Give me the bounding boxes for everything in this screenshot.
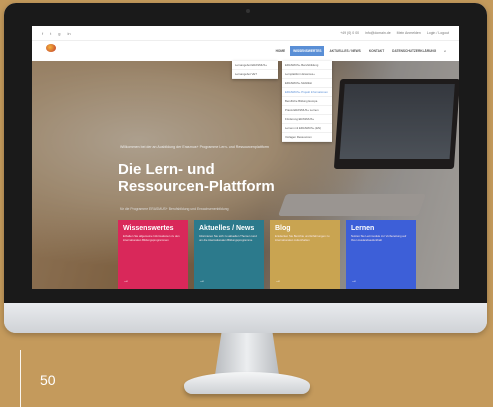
- monitor-stand-neck: [215, 333, 279, 375]
- logo-mark: [46, 44, 56, 52]
- hero-subtitle: für die Programme ERASMUS+ Berufsbildung…: [120, 207, 229, 211]
- hero-section: Willkommen bei der an Ausbildung der Era…: [32, 61, 459, 289]
- dropdown-item[interactable]: Lernen mit ERASMUS+ (EN): [282, 124, 332, 133]
- card-text: Entdecken Sie Berichte und Erfahrungen z…: [275, 234, 330, 242]
- hero-title: Die Lern- und Ressourcen-Plattform: [118, 161, 275, 195]
- card-blog[interactable]: Blog Entdecken Sie Berichte und Erfahrun…: [270, 220, 340, 289]
- card-aktuelles[interactable]: Aktuelles / News Informieren Sie sich zu…: [194, 220, 264, 289]
- twitter-icon[interactable]: t: [50, 31, 51, 36]
- login-link[interactable]: Login / Logout: [427, 31, 449, 35]
- dropdown-item[interactable]: Lernangebot ERASMUS+: [232, 61, 278, 70]
- dropdown-submenu: ERASMUS+ Berufsbildung Lernplattform Era…: [282, 61, 332, 142]
- dropdown-wissenswertes: Lernangebot ERASMUS+ Lernangebot VET: [232, 61, 278, 79]
- monitor-chin: [4, 303, 487, 333]
- card-text: Nutzen Sie Lernmodule zur Vorbereitung a…: [351, 234, 407, 242]
- nav-wissenswertes[interactable]: Wissenswertes: [290, 46, 325, 56]
- page-number: 50: [40, 372, 56, 388]
- dropdown-item[interactable]: ERASMUS+ Berufsbildung: [282, 61, 332, 70]
- email-info[interactable]: info@domain.de: [365, 31, 391, 35]
- dropdown-item[interactable]: Lernplattform Erasmus+: [282, 70, 332, 79]
- card-text: Erhalten Sie allgemeine Informationen zu…: [123, 234, 180, 242]
- card-text: Informieren Sie sich zu aktuellen Themen…: [199, 234, 257, 242]
- search-icon[interactable]: ⌕: [441, 46, 449, 56]
- arrow-right-icon[interactable]: →: [123, 278, 129, 284]
- dropdown-item[interactable]: Förderung ERASMUS+: [282, 115, 332, 124]
- arrow-right-icon[interactable]: →: [199, 278, 205, 284]
- nav-kontakt[interactable]: Kontakt: [366, 46, 387, 56]
- account-link[interactable]: Mein Anmelden: [397, 31, 421, 35]
- site-logo[interactable]: [42, 44, 60, 58]
- arrow-right-icon[interactable]: →: [275, 278, 281, 284]
- camera-dot: [246, 9, 250, 13]
- card-wissenswertes[interactable]: Wissenswertes Erhalten Sie allgemeine In…: [118, 220, 188, 289]
- main-nav: Home Wissenswertes Aktuelles / News Kont…: [273, 46, 449, 56]
- card-lernen[interactable]: Lernen Nutzen Sie Lernmodule zur Vorbere…: [346, 220, 416, 289]
- website-screen: f t g in +49 (0) 0 00 info@domain.de Mei…: [32, 26, 459, 289]
- phone-info: +49 (0) 0 00: [340, 31, 360, 35]
- feature-cards: Wissenswertes Erhalten Sie allgemeine In…: [118, 220, 416, 289]
- dropdown-item[interactable]: Vorlagen Ressourcen: [282, 133, 332, 142]
- topbar-info: +49 (0) 0 00 info@domain.de Mein Anmelde…: [340, 31, 449, 35]
- card-title: Aktuelles / News: [199, 225, 255, 232]
- dropdown-item[interactable]: Berufliche Bildung Europa: [282, 97, 332, 106]
- dropdown-item[interactable]: Lernangebot VET: [232, 70, 278, 79]
- google-icon[interactable]: g: [58, 31, 60, 36]
- hero-welcome-text: Willkommen bei der an Ausbildung der Era…: [120, 145, 269, 149]
- social-icons: f t g in: [42, 31, 71, 36]
- nav-aktuelles[interactable]: Aktuelles / News: [326, 46, 363, 56]
- main-navbar: Home Wissenswertes Aktuelles / News Kont…: [32, 41, 459, 62]
- dropdown-item-highlighted[interactable]: ERASMUS+ Projekt Informationen: [282, 88, 332, 97]
- page-rule: [20, 350, 21, 407]
- facebook-icon[interactable]: f: [42, 31, 43, 36]
- card-title: Wissenswertes: [123, 225, 174, 232]
- hero-title-line1: Die Lern- und: [118, 161, 215, 178]
- nav-datenschutz[interactable]: Datenschutzerklärung: [389, 46, 439, 56]
- monitor-stand-base: [184, 372, 310, 394]
- dropdown-item[interactable]: ERASMUS+ Mobilität: [282, 79, 332, 88]
- dropdown-item[interactable]: Praxis ERASMUS+ Lernen: [282, 106, 332, 115]
- topbar: f t g in +49 (0) 0 00 info@domain.de Mei…: [32, 26, 459, 41]
- arrow-right-icon[interactable]: →: [351, 278, 357, 284]
- linkedin-icon[interactable]: in: [67, 31, 70, 36]
- card-title: Blog: [275, 225, 291, 232]
- card-title: Lernen: [351, 225, 375, 232]
- nav-home[interactable]: Home: [273, 46, 289, 56]
- hero-title-line2: Ressourcen-Plattform: [118, 178, 275, 195]
